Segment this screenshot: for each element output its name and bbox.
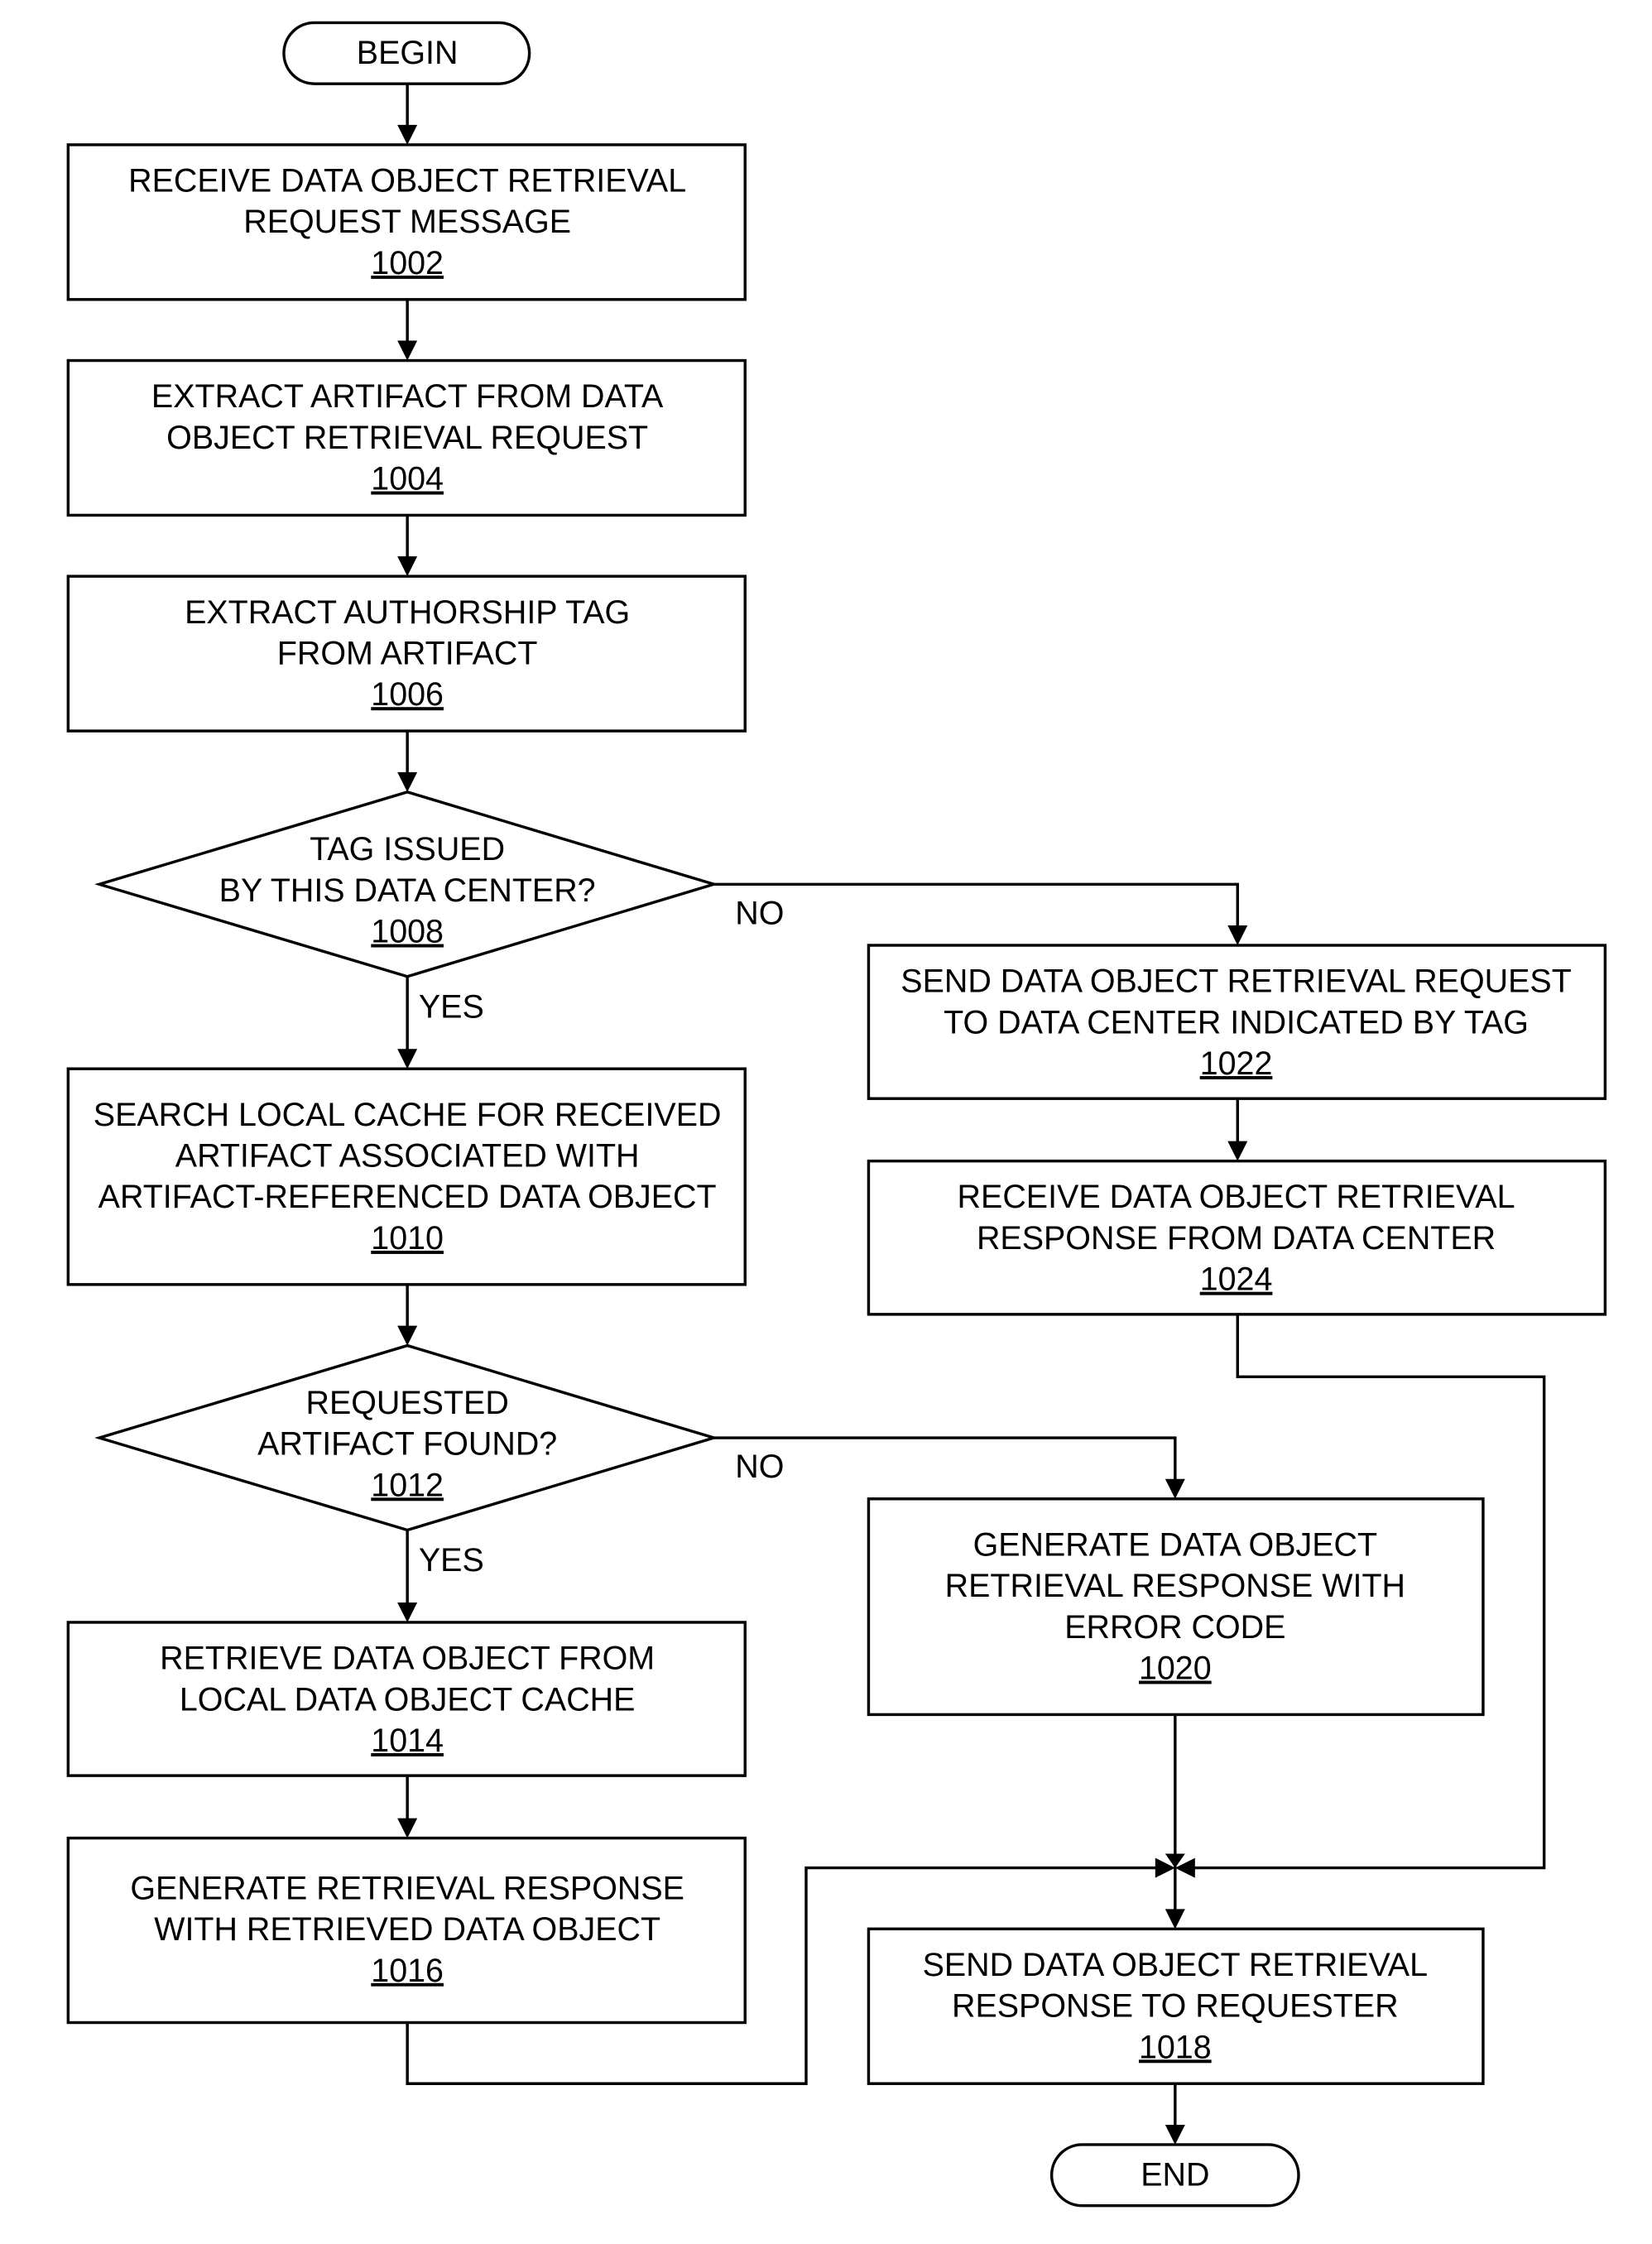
step-text: SEND DATA OBJECT RETRIEVAL REQUEST (900, 963, 1572, 1000)
step-ref: 1022 (1200, 1045, 1273, 1082)
decision-text: BY THIS DATA CENTER? (219, 872, 596, 909)
arrowhead (1227, 925, 1248, 946)
step-text: LOCAL DATA OBJECT CACHE (180, 1681, 636, 1718)
step-ref: 1020 (1139, 1651, 1212, 1687)
step-text: EXTRACT ARTIFACT FROM DATA (151, 378, 664, 415)
arrowhead (1165, 1478, 1185, 1499)
decision-text: TAG ISSUED (310, 831, 505, 867)
decision-1008: TAG ISSUED BY THIS DATA CENTER? 1008 (94, 790, 719, 978)
connector-no (713, 882, 1239, 931)
step-1004: EXTRACT ARTIFACT FROM DATA OBJECT RETRIE… (66, 358, 747, 517)
step-text: FROM ARTIFACT (277, 635, 538, 671)
step-text: RESPONSE TO REQUESTER (952, 1988, 1399, 2025)
arrowhead (397, 340, 418, 361)
step-1002: RECEIVE DATA OBJECT RETRIEVAL REQUEST ME… (66, 143, 747, 301)
step-ref: 1010 (371, 1220, 444, 1257)
step-text: SEARCH LOCAL CACHE FOR RECEIVED (94, 1097, 722, 1133)
step-ref: 1018 (1139, 2029, 1212, 2065)
step-text: RETRIEVE DATA OBJECT FROM (160, 1641, 655, 1677)
branch-label-yes: YES (419, 988, 484, 1025)
decision-ref: 1012 (371, 1467, 444, 1503)
begin-label: BEGIN (357, 35, 459, 71)
branch-label-no: NO (735, 895, 784, 931)
arrowhead (397, 1049, 418, 1069)
step-1020: GENERATE DATA OBJECT RETRIEVAL RESPONSE … (867, 1497, 1485, 1717)
step-ref: 1004 (371, 461, 444, 497)
step-text: RECEIVE DATA OBJECT RETRIEVAL (958, 1179, 1515, 1215)
step-text: RESPONSE FROM DATA CENTER (977, 1220, 1496, 1257)
branch-label-no: NO (735, 1449, 784, 1485)
step-1016: GENERATE RETRIEVAL RESPONSE WITH RETRIEV… (66, 1836, 747, 2025)
step-text: ARTIFACT-REFERENCED DATA OBJECT (98, 1179, 717, 1215)
arrowhead (1165, 1909, 1185, 1929)
flowchart: BEGIN RECEIVE DATA OBJECT RETRIEVAL REQU… (66, 21, 1607, 2208)
step-text: EXTRACT AUTHORSHIP TAG (185, 594, 630, 631)
step-1024: RECEIVE DATA OBJECT RETRIEVAL RESPONSE F… (867, 1159, 1607, 1316)
step-ref: 1006 (371, 676, 444, 713)
step-text: GENERATE RETRIEVAL RESPONSE (130, 1870, 684, 1906)
step-1014: RETRIEVE DATA OBJECT FROM LOCAL DATA OBJ… (66, 1621, 747, 1777)
arrowhead (397, 1818, 418, 1838)
decision-text: ARTIFACT FOUND? (257, 1426, 557, 1463)
step-1010: SEARCH LOCAL CACHE FOR RECEIVED ARTIFACT… (66, 1067, 747, 1286)
decision-ref: 1008 (371, 914, 444, 950)
step-ref: 1002 (371, 245, 444, 281)
step-1006: EXTRACT AUTHORSHIP TAG FROM ARTIFACT 100… (66, 574, 747, 733)
arrowhead (397, 771, 418, 792)
step-text: RETRIEVAL RESPONSE WITH (945, 1568, 1405, 1604)
branch-label-yes: YES (419, 1542, 484, 1578)
arrowhead (397, 1325, 418, 1346)
arrowhead (1165, 2124, 1185, 2145)
step-ref: 1016 (371, 1953, 444, 1989)
step-text: GENERATE DATA OBJECT (973, 1526, 1377, 1563)
step-text: WITH RETRIEVED DATA OBJECT (154, 1911, 660, 1948)
decision-text: REQUESTED (305, 1385, 508, 1421)
end-label: END (1141, 2157, 1209, 2194)
step-text: ARTIFACT ASSOCIATED WITH (175, 1138, 640, 1175)
arrowhead (397, 124, 418, 145)
decision-1012: REQUESTED ARTIFACT FOUND? 1012 (94, 1343, 719, 1532)
step-text: ERROR CODE (1064, 1609, 1285, 1646)
arrowhead (397, 1602, 418, 1622)
step-1018: SEND DATA OBJECT RETRIEVAL RESPONSE TO R… (867, 1927, 1485, 2085)
step-text: OBJECT RETRIEVAL REQUEST (166, 420, 648, 456)
arrowhead (397, 556, 418, 577)
step-text: SEND DATA OBJECT RETRIEVAL (923, 1947, 1428, 1983)
step-ref: 1014 (371, 1723, 444, 1759)
step-1022: SEND DATA OBJECT RETRIEVAL REQUEST TO DA… (867, 944, 1607, 1100)
step-ref: 1024 (1200, 1261, 1273, 1298)
step-text: RECEIVE DATA OBJECT RETRIEVAL (128, 162, 686, 199)
step-text: TO DATA CENTER INDICATED BY TAG (944, 1004, 1529, 1040)
step-text: REQUEST MESSAGE (243, 204, 571, 240)
arrowhead (1227, 1141, 1248, 1161)
